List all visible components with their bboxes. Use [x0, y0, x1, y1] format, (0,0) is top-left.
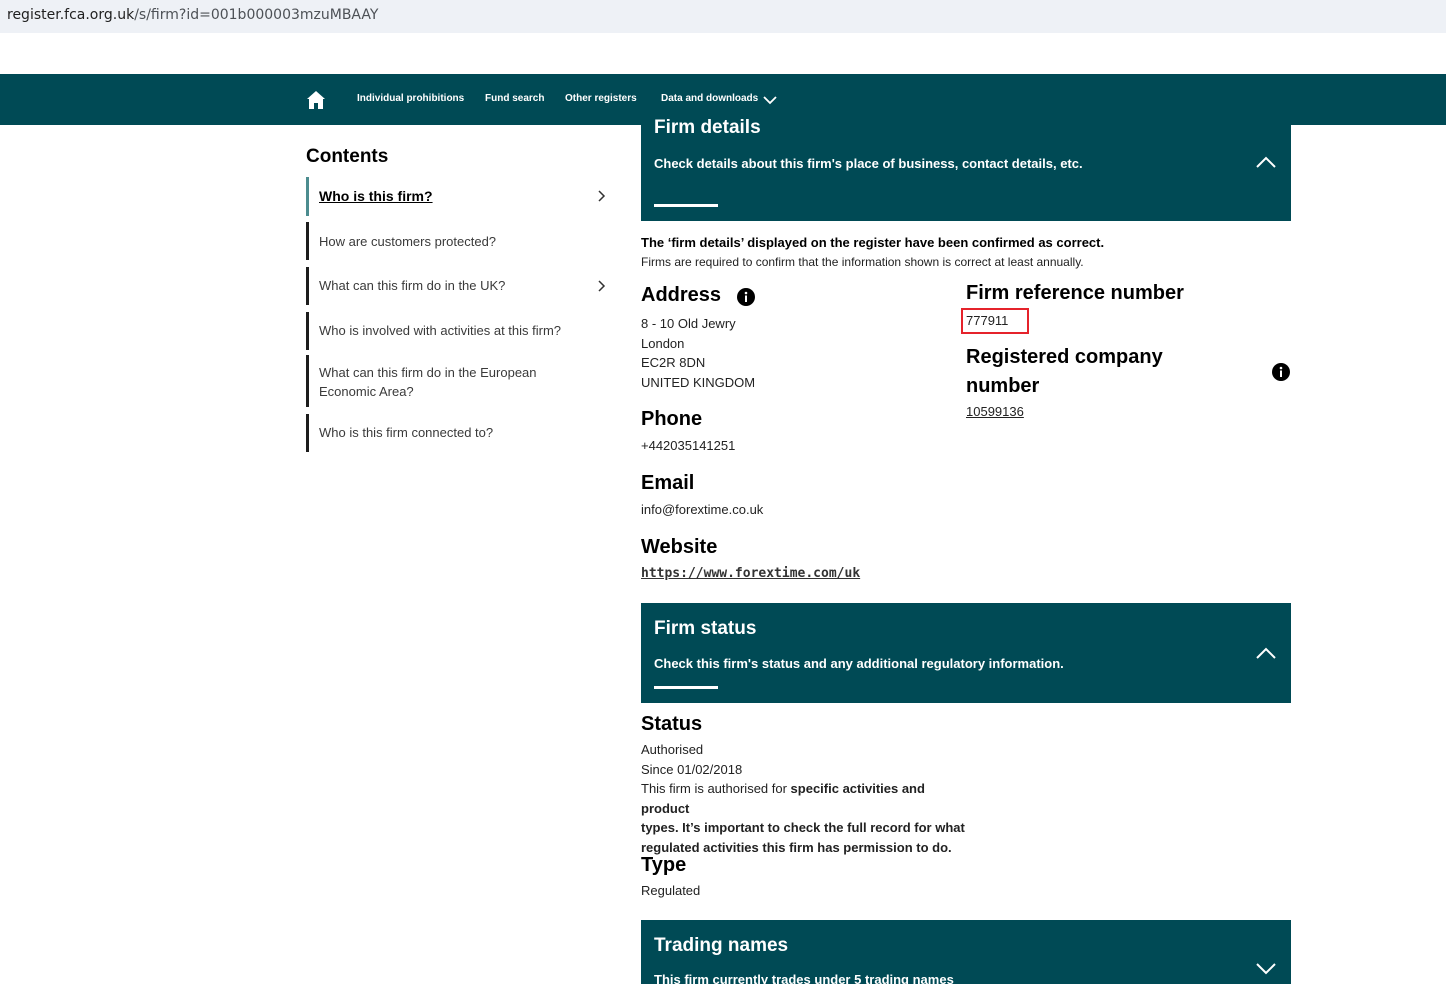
website-heading: Website — [641, 536, 718, 558]
chevron-down-icon[interactable] — [1255, 962, 1277, 976]
confirmation-message: The ‘firm details’ displayed on the regi… — [641, 235, 1105, 250]
home-icon[interactable] — [306, 90, 326, 110]
status-heading: Status — [641, 713, 703, 735]
company-number-link[interactable]: 10599136 — [966, 402, 1024, 422]
chevron-right-icon — [598, 280, 606, 292]
info-icon[interactable] — [1272, 363, 1290, 381]
email-heading: Email — [641, 472, 695, 494]
toc-item-label: Who is this firm connected to? — [319, 425, 494, 440]
firm-details-description: Check details about this firm's place of… — [654, 156, 1083, 171]
nav-fund-search[interactable]: Fund search — [485, 93, 544, 104]
url-text[interactable]: register.fca.org.uk/s/firm?id=001b000003… — [7, 7, 378, 23]
contents-heading: Contents — [306, 146, 389, 167]
chevron-up-icon[interactable] — [1255, 155, 1277, 169]
toc-item-label: Who is involved with activities at this … — [319, 323, 562, 338]
nav-other-registers[interactable]: Other registers — [565, 93, 637, 104]
address-value: 8 - 10 Old Jewry London EC2R 8DN UNITED … — [641, 316, 756, 390]
firm-status-description: Check this firm's status and any additio… — [654, 656, 1064, 671]
toc-item-connected-firms[interactable]: Who is this firm connected to? — [306, 414, 610, 452]
firm-status-title: Firm status — [654, 618, 757, 639]
toc-item-label: What can this firm do in the UK? — [319, 278, 506, 293]
company-number-heading-line1: Registered company — [966, 346, 1163, 368]
trading-names-title: Trading names — [654, 935, 789, 956]
panel-underline — [654, 204, 718, 207]
nav-data-and-downloads[interactable]: Data and downloads — [661, 93, 758, 104]
trading-names-description: This firm currently trades under 5 tradi… — [654, 972, 954, 984]
frn-highlight-box — [961, 308, 1029, 334]
trading-names-panel[interactable]: Trading names This firm currently trades… — [641, 920, 1291, 984]
toc-item-label: Who is this firm? — [319, 188, 433, 204]
confirmation-note: Firms are required to confirm that the i… — [641, 255, 1084, 269]
frn-heading: Firm reference number — [966, 282, 1184, 304]
firm-details-panel[interactable]: Firm details Check details about this fi… — [641, 117, 1291, 221]
firm-details-title: Firm details — [654, 117, 761, 138]
toc-item-uk-permissions[interactable]: What can this firm do in the UK? — [306, 267, 610, 305]
company-number-heading-line2: number — [966, 375, 1040, 397]
status-value: Authorised Since 01/02/2018 This firm is… — [641, 742, 965, 855]
firm-status-panel[interactable]: Firm status Check this firm's status and… — [641, 603, 1291, 703]
phone-value: +442035141251 — [641, 438, 736, 453]
website-link[interactable]: https://www.forextime.com/uk — [641, 566, 860, 581]
panel-underline — [654, 686, 718, 689]
toc-item-who-is-this-firm[interactable]: Who is this firm? — [306, 177, 610, 216]
toc-item-customers-protected[interactable]: How are customers protected? — [306, 222, 610, 260]
nav-individual-prohibitions[interactable]: Individual prohibitions — [357, 93, 464, 104]
info-icon[interactable] — [737, 288, 755, 306]
toc-item-label: What can this firm do in the European Ec… — [319, 365, 537, 399]
chevron-up-icon[interactable] — [1255, 646, 1277, 660]
address-heading: Address — [641, 284, 722, 306]
type-value: Regulated — [641, 883, 701, 898]
email-value: info@forextime.co.uk — [641, 502, 764, 517]
phone-heading: Phone — [641, 408, 703, 430]
chevron-right-icon — [598, 190, 606, 202]
toc-item-who-is-involved[interactable]: Who is involved with activities at this … — [306, 312, 610, 350]
browser-url-bar[interactable]: register.fca.org.uk/s/firm?id=001b000003… — [0, 0, 1446, 33]
toc-item-label: How are customers protected? — [319, 234, 497, 249]
type-heading: Type — [641, 854, 687, 876]
toc-item-eea-permissions[interactable]: What can this firm do in the European Ec… — [306, 355, 610, 407]
chevron-down-icon[interactable] — [762, 94, 778, 106]
